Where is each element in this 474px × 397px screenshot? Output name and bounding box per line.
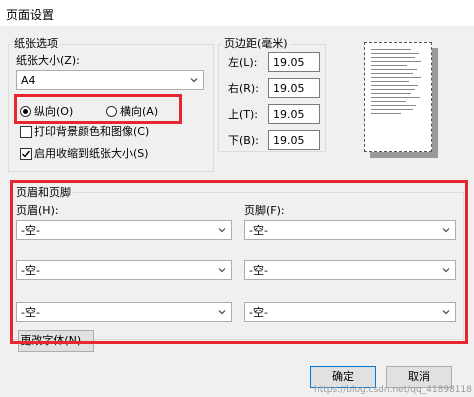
page-preview-lines [371,49,421,117]
print-background-label[interactable]: 打印背景颜色和图像(C) [34,125,149,138]
margin-top-value: 19.05 [273,108,305,121]
margin-top-input[interactable]: 19.05 [268,104,320,124]
chevron-down-icon [190,78,198,83]
page-preview [364,42,432,152]
margin-top-label: 上(T): [228,108,259,121]
margin-right-value: 19.05 [273,82,305,95]
print-background-checkbox[interactable] [20,126,32,138]
margin-left-input[interactable]: 19.05 [268,52,320,72]
dialog-title: 页面设置 [6,8,55,22]
title-bar: 页面设置 [0,0,474,26]
header-footer-highlight [10,180,468,344]
margin-bottom-input[interactable]: 19.05 [268,130,320,150]
margin-right-label: 右(R): [228,82,259,95]
paper-options-label: 纸张选项 [12,37,60,50]
margin-bottom-value: 19.05 [273,134,305,147]
margin-left-label: 左(L): [228,56,258,69]
checkmark-icon [22,150,31,158]
margin-bottom-label: 下(B): [228,134,259,147]
paper-size-label: 纸张大小(Z): [16,54,80,67]
margins-label: 页边距(毫米) [222,37,290,50]
margin-left-value: 19.05 [273,56,305,69]
shrink-to-fit-checkbox[interactable] [20,148,32,160]
watermark-text: https://blog.csdn.net/qq_41898118 [313,385,472,395]
shrink-to-fit-label[interactable]: 启用收缩到纸张大小(S) [34,147,149,160]
paper-size-select[interactable]: A4 [16,70,204,90]
paper-size-value: A4 [21,74,36,87]
margin-right-input[interactable]: 19.05 [268,78,320,98]
orientation-highlight [14,94,182,124]
page-setup-dialog: 页面设置 纸张选项 纸张大小(Z): A4 纵向(O) 横向(A) 打印背景颜色… [0,0,474,397]
